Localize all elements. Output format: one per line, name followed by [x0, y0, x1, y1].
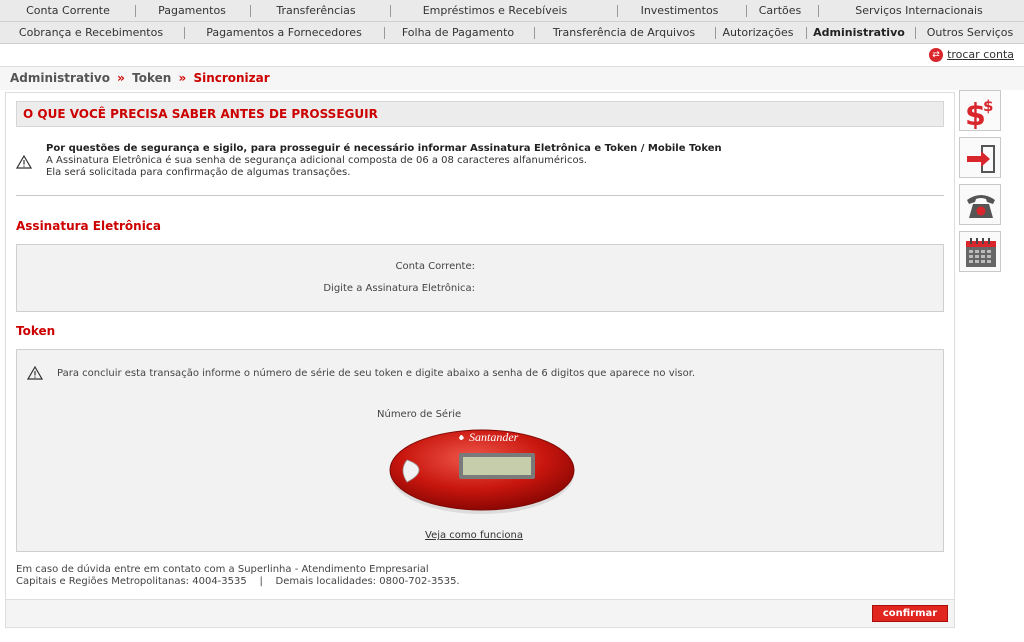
- security-info-text: Por questões de segurança e sigilo, para…: [46, 143, 722, 179]
- nav-servicos-internacionais[interactable]: Serviços Internacionais: [830, 0, 1008, 22]
- breadcrumb-item[interactable]: Administrativo: [10, 71, 110, 85]
- nav-divider: [384, 27, 385, 39]
- token-device-image: Santander: [389, 429, 575, 514]
- nav-conta-corrente[interactable]: Conta Corrente: [12, 0, 124, 22]
- breadcrumb-separator: »: [178, 71, 187, 85]
- nav-divider: [617, 5, 618, 17]
- nav-divider: [806, 27, 807, 39]
- token-message: Para concluir esta transação informe o n…: [57, 368, 696, 379]
- nav-cartoes[interactable]: Cartões: [750, 0, 810, 22]
- side-dollar-button[interactable]: $ $: [959, 90, 1001, 131]
- nav-divider: [390, 5, 391, 17]
- footer-line: Em caso de dúvida entre em contato com a…: [16, 564, 429, 575]
- nav-divider: [534, 27, 535, 39]
- exit-arrow-icon: [967, 145, 995, 173]
- assinatura-label: Digite a Assinatura Eletrônica:: [323, 283, 475, 294]
- footer-line: Capitais e Regiões Metropolitanas: 4004-…: [16, 576, 460, 587]
- nav-divider: [818, 5, 819, 17]
- sub-nav: Cobrança e Recebimentos Pagamentos a For…: [0, 22, 1024, 44]
- nav-divider: [746, 5, 747, 17]
- nav-pagamentos-fornecedores[interactable]: Pagamentos a Fornecedores: [190, 22, 378, 44]
- nav-divider: [184, 27, 185, 39]
- veja-como-funciona-link[interactable]: Veja como funciona: [425, 530, 523, 541]
- side-phone-button[interactable]: [959, 184, 1001, 225]
- confirm-button[interactable]: confirmar: [872, 605, 948, 622]
- nav-outros-servicos[interactable]: Outros Serviços: [920, 22, 1020, 44]
- breadcrumb: Administrativo » Token » Sincronizar: [10, 71, 270, 85]
- swap-icon: ⇄: [929, 48, 944, 62]
- nav-divider: [915, 27, 916, 39]
- warning-triangle-icon: [27, 366, 43, 380]
- security-info-line: Ela será solicitada para confirmação de …: [46, 167, 351, 178]
- main-panel: O QUE VOCÊ PRECISA SABER ANTES DE PROSSE…: [5, 92, 955, 628]
- nav-cobranca[interactable]: Cobrança e Recebimentos: [4, 22, 178, 44]
- nav-transferencia-arquivos[interactable]: Transferência de Arquivos: [540, 22, 708, 44]
- nav-divider: [250, 5, 251, 17]
- nav-folha-pagamento[interactable]: Folha de Pagamento: [390, 22, 526, 44]
- numero-serie-label: Número de Série: [377, 409, 462, 420]
- trocar-conta-link[interactable]: ⇄ trocar conta: [929, 47, 1014, 63]
- nav-investimentos[interactable]: Investimentos: [622, 0, 737, 22]
- main-nav: Conta Corrente Pagamentos Transferências…: [0, 0, 1024, 22]
- breadcrumb-current: Sincronizar: [193, 71, 270, 85]
- nav-administrativo[interactable]: Administrativo: [810, 22, 908, 44]
- token-box: Para concluir esta transação informe o n…: [16, 349, 944, 552]
- warning-header: O QUE VOCÊ PRECISA SABER ANTES DE PROSSE…: [16, 101, 944, 127]
- telephone-icon: [967, 195, 995, 218]
- security-info-bold: Por questões de segurança e sigilo, para…: [46, 143, 722, 154]
- divider: [16, 195, 944, 196]
- nav-emprestimos[interactable]: Empréstimos e Recebíveis: [395, 0, 595, 22]
- security-info-line: A Assinatura Eletrônica é sua senha de s…: [46, 155, 587, 166]
- conta-corrente-label: Conta Corrente:: [395, 261, 475, 272]
- calendar-icon: [966, 238, 996, 267]
- nav-divider: [135, 5, 136, 17]
- assinatura-box: Conta Corrente: Digite a Assinatura Elet…: [16, 244, 944, 312]
- assinatura-section-title: Assinatura Eletrônica: [16, 219, 162, 233]
- dollar-icon: $ $: [965, 97, 993, 129]
- breadcrumb-separator: »: [117, 71, 125, 85]
- token-section-title: Token: [16, 324, 56, 338]
- breadcrumb-item[interactable]: Token: [132, 71, 171, 85]
- svg-text:$: $: [983, 97, 993, 115]
- action-bar: confirmar: [6, 599, 954, 627]
- breadcrumb-bar: Administrativo » Token » Sincronizar: [0, 66, 1024, 90]
- side-calendar-button[interactable]: [959, 231, 1001, 272]
- side-exit-button[interactable]: [959, 137, 1001, 178]
- trocar-conta-label: trocar conta: [947, 48, 1014, 61]
- warning-title: O QUE VOCÊ PRECISA SABER ANTES DE PROSSE…: [23, 107, 378, 121]
- footer-contact: Em caso de dúvida entre em contato com a…: [16, 564, 460, 588]
- nav-pagamentos[interactable]: Pagamentos: [140, 0, 244, 22]
- nav-autorizacoes[interactable]: Autorizações: [718, 22, 798, 44]
- token-brand-text: Santander: [469, 430, 519, 444]
- nav-transferencias[interactable]: Transferências: [252, 0, 380, 22]
- warning-triangle-icon: [16, 155, 32, 169]
- nav-divider: [715, 27, 716, 39]
